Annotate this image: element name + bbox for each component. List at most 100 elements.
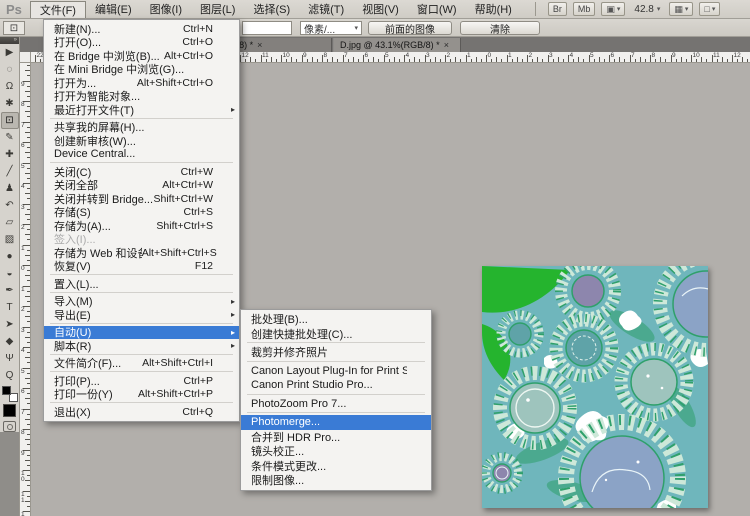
hand-tool-icon: Ψ <box>5 353 13 364</box>
menu-item[interactable]: 合并到 HDR Pro... <box>241 430 431 445</box>
ruler-tick <box>604 59 605 62</box>
close-tab-icon[interactable]: × <box>444 40 449 50</box>
menu-item[interactable]: Device Central... <box>44 148 239 162</box>
ruler-tick <box>665 59 666 62</box>
gradient-tool[interactable]: ▨ <box>1 231 19 248</box>
view-extras-button[interactable]: ▣▾ <box>601 2 625 16</box>
menu-item[interactable]: 打印一份(Y)Alt+Shift+Ctrl+P <box>44 388 239 402</box>
ruler-tick <box>430 59 431 62</box>
ruler-tick <box>27 250 30 251</box>
history-brush-tool[interactable]: ↶ <box>1 197 19 214</box>
marquee-tool[interactable]: ◌ <box>1 61 19 78</box>
automate-submenu: 批处理(B)...创建快捷批处理(C)... 裁剪并修齐照片 Canon Layou… <box>240 309 432 491</box>
menu-item[interactable]: Canon Print Studio Pro... <box>241 378 431 393</box>
menubar-item[interactable]: 图像(I) <box>141 1 191 18</box>
vertical-ruler[interactable]: 9876543210123456789101112 <box>20 63 31 516</box>
ruler-tick <box>368 59 369 62</box>
menu-item[interactable]: 退出(X)Ctrl+Q <box>44 405 239 419</box>
ruler-tick <box>25 439 30 440</box>
ruler-tick <box>27 270 30 271</box>
menu-item[interactable]: 条件模式更改... <box>241 459 431 474</box>
eraser-tool[interactable]: ▱ <box>1 214 19 231</box>
ruler-label: 11 <box>713 52 720 59</box>
menu-item[interactable]: 恢复(V)F12 <box>44 260 239 274</box>
ruler-label: 1 <box>21 287 26 293</box>
document-tab[interactable]: D.jpg @ 43.1%(RGB/8) *× <box>333 38 461 52</box>
shape-tool[interactable]: ◆ <box>1 333 19 350</box>
ruler-tick <box>27 434 30 435</box>
panel-collapse-button[interactable]: » <box>0 37 19 44</box>
ruler-label: 7 <box>344 52 348 59</box>
application-bar: Br Mb ▣▾ 42.8▾ ▦▾ □▾ <box>535 2 721 16</box>
blur-tool[interactable]: ● <box>1 248 19 265</box>
menu-item[interactable]: 创建新审核(W)... <box>44 134 239 148</box>
menubar-item[interactable]: 选择(S) <box>244 1 299 18</box>
menubar-item[interactable]: 视图(V) <box>353 1 408 18</box>
ruler-tick <box>25 275 30 276</box>
menu-item[interactable]: 最近打开文件(T)▸ <box>44 103 239 117</box>
hand-tool[interactable]: Ψ <box>1 350 19 367</box>
dodge-tool-icon: ◒ <box>6 268 12 279</box>
zoom-level-value: 42.8 <box>634 4 653 15</box>
menu-item[interactable]: 置入(L)... <box>44 277 239 291</box>
arrange-documents-button[interactable]: ▦▾ <box>669 2 693 16</box>
ruler-tick <box>706 59 707 62</box>
menubar-item[interactable]: 图层(L) <box>191 1 244 18</box>
close-tab-icon[interactable]: × <box>257 40 262 50</box>
pen-tool[interactable]: ✒ <box>1 282 19 299</box>
history-brush-tool-icon: ↶ <box>5 200 13 211</box>
menu-item[interactable]: 脚本(R)▸ <box>44 339 239 353</box>
ruler-tick <box>27 496 30 497</box>
launch-bridge-button[interactable]: Br <box>548 2 567 16</box>
menu-item[interactable]: 限制图像... <box>241 473 431 488</box>
menubar-item[interactable]: 编辑(E) <box>86 1 141 18</box>
quick-mask-mode-button[interactable] <box>3 421 16 432</box>
crop-tool-preset-button[interactable]: ⊡ <box>3 21 25 35</box>
type-tool[interactable]: T <box>1 299 19 316</box>
healing-brush-tool[interactable]: ✚ <box>1 146 19 163</box>
screen-mode-button[interactable]: □▾ <box>699 2 720 16</box>
ruler-origin-corner[interactable] <box>20 52 31 63</box>
launch-mini-bridge-button[interactable]: Mb <box>573 2 596 16</box>
brush-tool[interactable]: ╱ <box>1 163 19 180</box>
ruler-tick <box>558 57 559 62</box>
zoom-tool[interactable]: Q <box>1 367 19 384</box>
zoom-tool-icon: Q <box>6 370 14 381</box>
crop-width-field[interactable] <box>242 21 292 35</box>
path-selection-tool[interactable]: ➤ <box>1 316 19 333</box>
clone-stamp-tool[interactable]: ♟ <box>1 180 19 197</box>
move-tool[interactable]: ▶ <box>1 44 19 61</box>
menu-item[interactable]: 镜头校正... <box>241 444 431 459</box>
ruler-tick <box>450 59 451 62</box>
document-canvas-image[interactable] <box>482 266 708 508</box>
menu-item-photomerge[interactable]: Photomerge... <box>241 415 431 430</box>
menubar-item[interactable]: 帮助(H) <box>466 1 521 18</box>
menu-item[interactable]: 文件简介(F)...Alt+Shift+Ctrl+I <box>44 357 239 371</box>
menu-item[interactable]: 创建快捷批处理(C)... <box>241 327 431 342</box>
menu-item[interactable]: Canon Layout Plug-In for Print Studio Pr… <box>241 364 431 379</box>
menubar-items: 文件(F)编辑(E)图像(I)图层(L)选择(S)滤镜(T)视图(V)窗口(W)… <box>30 1 521 18</box>
ruler-tick <box>27 188 30 189</box>
unit-dropdown[interactable]: 像素/...▾ <box>300 21 362 35</box>
foreground-color-swatch[interactable] <box>2 386 11 395</box>
front-image-button[interactable]: 前面的图像 <box>368 21 452 35</box>
ruler-tick <box>27 75 30 76</box>
ruler-tick <box>27 209 30 210</box>
eyedropper-tool[interactable]: ✎ <box>1 129 19 146</box>
ruler-label: 11 <box>262 52 269 59</box>
menubar-item[interactable]: 文件(F) <box>30 1 86 18</box>
menubar-item[interactable]: 窗口(W) <box>408 1 466 18</box>
crop-tool[interactable]: ⊡ <box>1 112 19 129</box>
ruler-tick <box>25 214 30 215</box>
menu-item[interactable]: 导出(E)▸ <box>44 308 239 322</box>
menu-item[interactable]: 裁剪并修齐照片 <box>241 345 431 360</box>
menu-item[interactable]: PhotoZoom Pro 7... <box>241 397 431 412</box>
menubar-item[interactable]: 滤镜(T) <box>299 1 353 18</box>
menu-item[interactable]: 批处理(B)... <box>241 312 431 327</box>
clear-button[interactable]: 清除 <box>460 21 540 35</box>
lasso-tool[interactable]: Ω <box>1 78 19 95</box>
dodge-tool[interactable]: ◒ <box>1 265 19 282</box>
quick-selection-tool[interactable]: ✱ <box>1 95 19 112</box>
zoom-level-control[interactable]: 42.8▾ <box>631 4 663 15</box>
foreground-color-large-swatch[interactable] <box>3 404 16 417</box>
